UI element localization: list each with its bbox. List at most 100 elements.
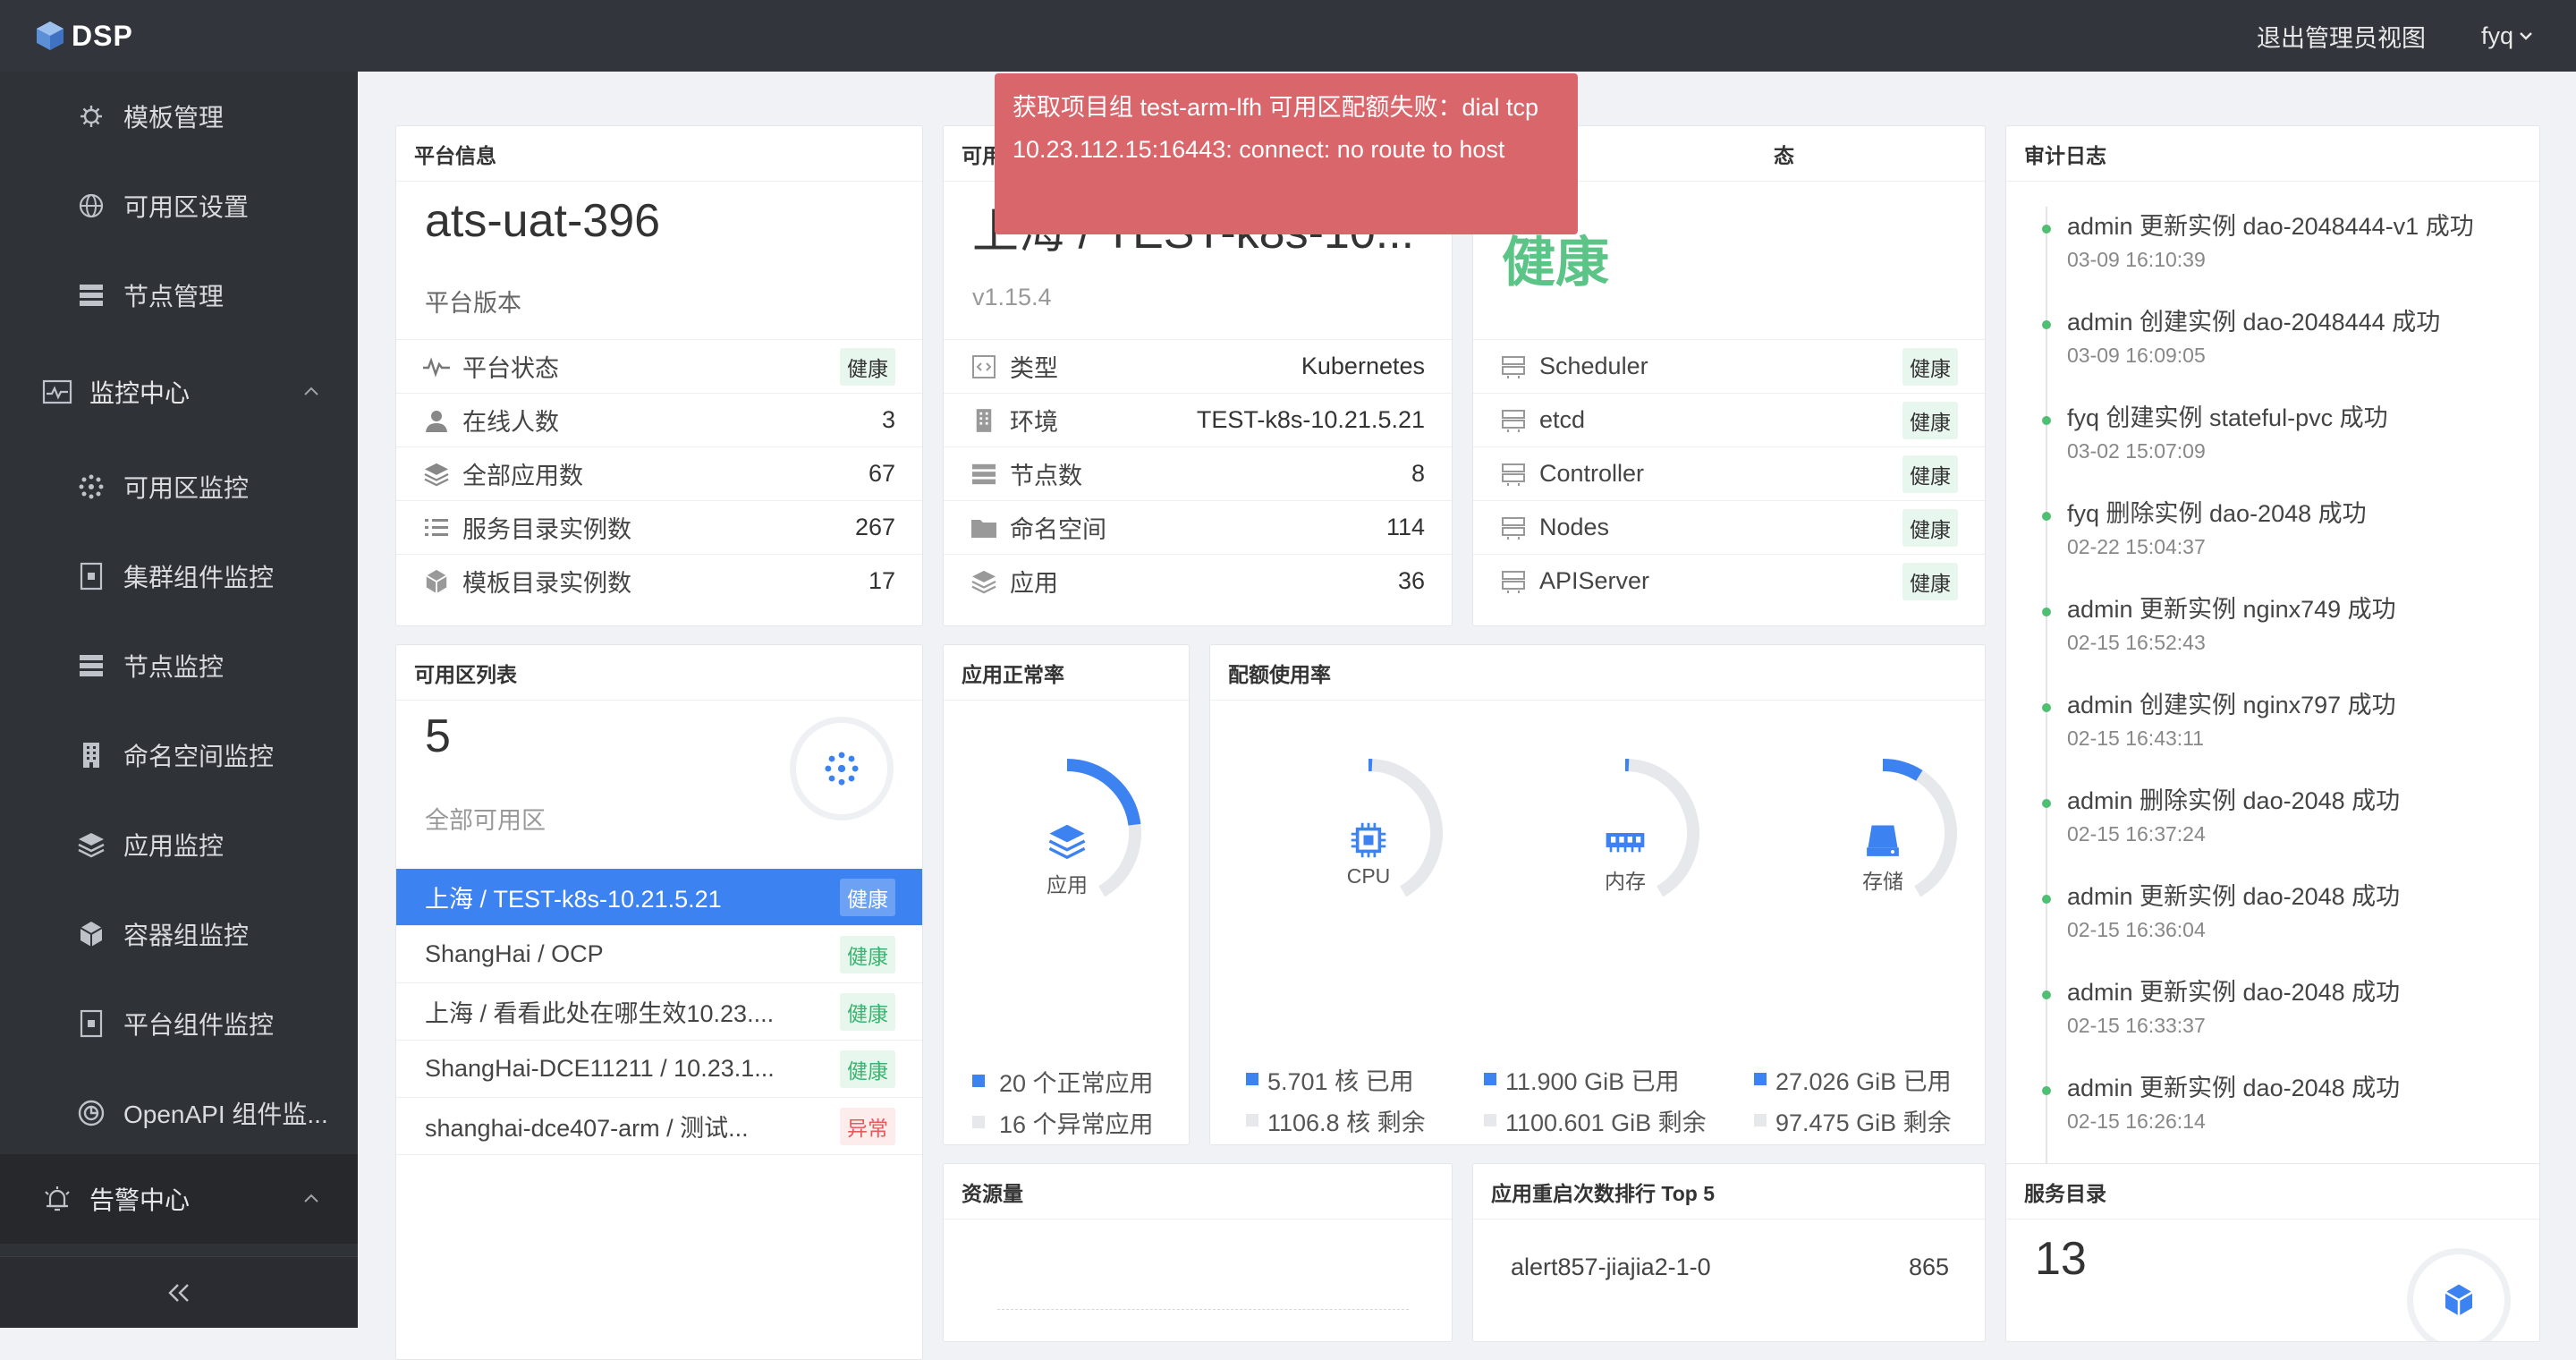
status-badge: 健康 [1902,509,1958,547]
logo[interactable]: DSP [34,20,133,53]
legend-swatch [1246,1114,1258,1126]
card-title: 服务目录 [2006,1164,2539,1220]
app-health-legend: 20 个正常应用 16 个异常应用 [972,1060,1154,1143]
audit-log-message: admin 更新实例 dao-2048444-v1 成功 [2067,207,2474,242]
restart-top-card: 应用重启次数排行 Top 5 alert857-jiajia2-1-0 865 [1472,1163,1986,1342]
audit-log-message: fyq 删除实例 dao-2048 成功 [2067,494,2367,529]
restart-top-row[interactable]: alert857-jiajia2-1-0 865 [1511,1254,1949,1281]
exit-admin-view-link[interactable]: 退出管理员视图 [2257,19,2426,54]
card-title: 资源量 [944,1164,1452,1220]
audit-log-time: 02-15 16:37:24 [2067,822,2206,846]
user-icon [421,405,452,436]
zone-list-item[interactable]: 上海 / 看看此处在哪生效10.23....健康 [396,983,923,1041]
sidebar-item-node-monitor[interactable]: 节点监控 [0,621,358,710]
sidebar-item-label: 命名空间监控 [123,737,274,773]
user-menu[interactable]: fyq [2481,22,2535,50]
status-badge: 健康 [1902,563,1958,600]
audit-log-time: 02-15 16:26:14 [2067,1109,2206,1134]
sidebar-group-alert[interactable]: 告警中心 [0,1154,358,1244]
legend-swatch [1484,1073,1496,1085]
cpu-icon [1349,820,1388,860]
component-icon [73,558,109,594]
sidebar-item-label: 模板管理 [123,98,224,134]
legend-swatch [1246,1073,1258,1085]
sidebar-item-label: 应用监控 [123,827,224,863]
sidebar-group-monitor[interactable]: 监控中心 [0,347,358,437]
sidebar-item-cluster-component-monitor[interactable]: 集群组件监控 [0,531,358,621]
sidebar-collapse-button[interactable] [0,1256,358,1328]
sidebar-item-zone-settings[interactable]: 可用区设置 [0,161,358,251]
legend-swatch [972,1075,985,1087]
timeline-dot [2042,512,2051,521]
timeline-dot [2042,990,2051,999]
sidebar-item-label: 节点管理 [123,277,224,313]
zone-list-item[interactable]: ShangHai-DCE11211 / 10.23.1...健康 [396,1041,923,1098]
cluster-dots-icon [822,749,861,788]
platform-name: ats-uat-396 [425,194,660,248]
sidebar-item-template[interactable]: 模板管理 [0,72,358,161]
pulse-icon [421,352,452,382]
timeline-dot [2042,895,2051,904]
sidebar-item-label: 容器组监控 [123,916,249,952]
status-badge: 健康 [1902,455,1958,493]
server-rack-icon [1498,566,1529,597]
alarm-bell-icon [39,1181,75,1217]
sidebar-item-app-monitor[interactable]: 应用监控 [0,800,358,889]
cluster-dots-icon [73,469,109,505]
zone-list-item[interactable]: shanghai-dce407-arm / 测试...异常 [396,1098,923,1155]
sidebar-item-openapi-monitor[interactable]: OpenAPI 组件监... [0,1068,358,1158]
dsp-logo-icon [34,20,66,52]
audit-log-time: 03-02 15:07:09 [2067,439,2206,463]
service-catalog-count: 13 [2035,1232,2087,1286]
server-icon [73,648,109,684]
audit-log-message: fyq 创建实例 stateful-pvc 成功 [2067,398,2388,433]
layers-icon [73,827,109,863]
card-title: 应用正常率 [944,645,1189,701]
sidebar-item-zone-monitor[interactable]: 可用区监控 [0,442,358,531]
app-health-card: 应用正常率 应用 20 个正常应用 16 个异常应用 [943,644,1190,1145]
quota-usage-card: 配额使用率 CPU 内存 存储 5.701 核 已用 1106.8 核 剩余 1… [1209,644,1986,1145]
audit-log-time: 03-09 16:10:39 [2067,248,2206,272]
sidebar-item-platform-component-monitor[interactable]: 平台组件监控 [0,979,358,1068]
zone-icon-circle [790,717,894,820]
audit-log-time: 02-15 16:52:43 [2067,631,2206,655]
quota-memory-legend: 11.900 GiB 已用 1100.601 GiB 剩余 [1484,1058,1707,1141]
zone-name: ShangHai / OCP [425,940,840,968]
server-rack-icon [1498,513,1529,543]
legend-swatch [972,1116,985,1128]
zone-list: 上海 / TEST-k8s-10.21.5.21健康ShangHai / OCP… [396,869,923,1155]
sidebar-group-label: 监控中心 [89,374,190,410]
quota-gauge-label: 存储 [1811,864,1954,895]
timeline-dot [2042,703,2051,712]
audit-log-time: 02-22 15:04:37 [2067,535,2206,559]
audit-log-message: admin 更新实例 dao-2048 成功 [2067,877,2400,912]
sidebar-item-node-management[interactable]: 节点管理 [0,251,358,340]
double-chevron-left-icon [165,1282,192,1304]
sidebar-item-label: 集群组件监控 [123,558,274,594]
sidebar-item-label: OpenAPI 组件监... [123,1095,328,1131]
service-icon-circle [2407,1248,2511,1342]
logo-text: DSP [72,20,133,53]
total-apps-row: 全部应用数 67 [396,446,923,500]
quota-cpu-legend: 5.701 核 已用 1106.8 核 剩余 [1246,1058,1426,1141]
zone-list-item[interactable]: 上海 / TEST-k8s-10.21.5.21健康 [396,869,923,926]
error-toast: 获取项目组 test-arm-lfh 可用区配额失败：dial tcp 10.2… [995,73,1578,234]
sidebar-item-namespace-monitor[interactable]: 命名空间监控 [0,710,358,800]
server-icon [969,459,999,489]
legend-swatch [1484,1114,1496,1126]
server-rack-icon [1498,459,1529,489]
zone-version: v1.15.4 [972,284,1052,311]
zone-list-item[interactable]: ShangHai / OCP健康 [396,926,923,983]
audit-log-message: admin 创建实例 nginx797 成功 [2067,685,2396,720]
zone-count-label: 全部可用区 [425,801,546,836]
audit-log-message: admin 更新实例 dao-2048 成功 [2067,1068,2400,1103]
layers-icon [969,566,999,597]
sidebar-item-label: 节点监控 [123,648,224,684]
top-bar: DSP 退出管理员视图 fyq [0,0,2576,72]
chevron-up-icon [302,385,320,397]
sidebar-item-label: 平台组件监控 [123,1006,274,1041]
timeline-dot [2042,1086,2051,1095]
audit-log-time: 02-15 16:33:37 [2067,1014,2206,1038]
audit-log-message: admin 更新实例 nginx749 成功 [2067,590,2396,625]
sidebar-item-pod-monitor[interactable]: 容器组监控 [0,889,358,979]
